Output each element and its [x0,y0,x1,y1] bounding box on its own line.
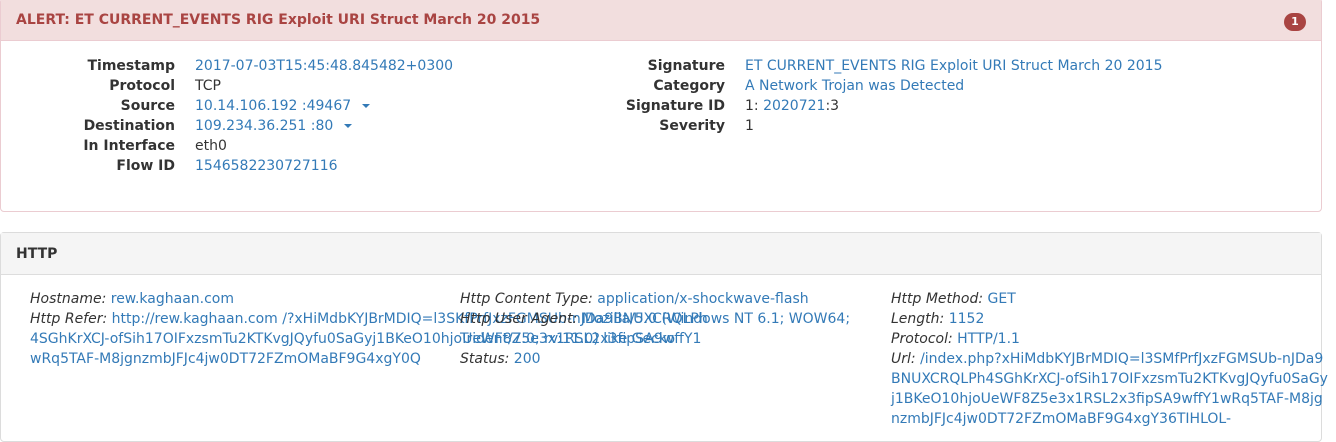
http-protocol-label: Protocol: [891,331,953,347]
length-label: Length: [891,311,945,327]
source-value: 10.14.106.192 :49467 [195,96,370,116]
method-label: Http Method: [891,291,984,307]
severity-label: Severity [659,118,725,134]
user-agent-label: Http User Agent: [460,311,578,327]
status-link[interactable]: 200 [514,351,541,367]
url-row: Url: /index.php?xHiMdbKYJBrMDIQ=l3SMfPrf… [891,349,1331,429]
destination-dropdown-icon[interactable] [343,124,352,128]
interface-value: eth0 [195,138,227,154]
flow-id-link[interactable]: 1546582230727116 [195,156,338,176]
source-ip-link[interactable]: 10.14.106.192 [195,98,297,114]
url-link[interactable]: /index.php?xHiMdbKYJBrMDIQ=l3SMfPrfJxzFG… [891,351,1328,427]
source-label: Source [120,98,175,114]
category-link[interactable]: A Network Trojan was Detected [745,76,964,96]
protocol-value: TCP [195,78,221,94]
signature-id-link[interactable]: 2020721 [763,98,825,114]
http-title: HTTP [16,246,58,262]
destination-ip-link[interactable]: 109.234.36.251 [195,118,306,134]
method-row: Http Method: GET [891,289,1331,309]
signature-link[interactable]: ET CURRENT_EVENTS RIG Exploit URI Struct… [745,56,1163,76]
signature-id-suffix: :3 [825,98,840,114]
status-row: Status: 200 [460,349,880,369]
severity-value: 1 [745,118,754,134]
source-dropdown-icon[interactable] [361,104,370,108]
content-type-label: Http Content Type: [460,291,593,307]
http-col-1: Hostname: rew.kaghaan.com Http Refer: ht… [30,289,708,369]
protocol-label: Protocol [109,78,175,94]
interface-label: In Interface [83,138,175,154]
content-type-link[interactable]: application/x-shockwave-flash [597,291,808,307]
method-link[interactable]: GET [988,291,1016,307]
protocol-row: Protocol: HTTP/1.1 [891,329,1331,349]
http-col-3: Http Method: GET Length: 1152 Protocol: … [891,289,1331,429]
flow-id-label: Flow ID [116,158,175,174]
hostname-link[interactable]: rew.kaghaan.com [111,291,234,307]
url-label: Url: [891,351,916,367]
length-link[interactable]: 1152 [949,311,985,327]
alert-count-badge: 1 [1284,13,1306,31]
signature-id-label: Signature ID [625,98,725,114]
destination-port: :80 [310,118,334,134]
category-label: Category [653,78,725,94]
http-protocol-link[interactable]: HTTP/1.1 [957,331,1020,347]
hostname-row: Hostname: rew.kaghaan.com [30,289,450,309]
signature-id-prefix: 1: [745,98,759,114]
signature-id-value: 1: 2020721:3 [745,96,839,116]
user-agent-row: Http User Agent: Mozilla/5.0 (Windows NT… [460,309,880,349]
http-heading: HTTP [1,233,1321,275]
signature-label: Signature [647,58,725,74]
content-type-row: Http Content Type: application/x-shockwa… [460,289,880,309]
status-label: Status: [460,351,510,367]
timestamp-link[interactable]: 2017-07-03T15:45:48.845482+0300 [195,56,453,76]
http-col-2: Http Content Type: application/x-shockwa… [460,289,880,369]
length-row: Length: 1152 [891,309,1331,329]
alert-heading[interactable]: ALERT: ET CURRENT_EVENTS RIG Exploit URI… [1,0,1321,41]
refer-label: Http Refer: [30,311,108,327]
destination-label: Destination [83,118,175,134]
alert-title: ALERT: ET CURRENT_EVENTS RIG Exploit URI… [16,12,541,28]
source-port: :49467 [301,98,352,114]
destination-value: 109.234.36.251 :80 [195,116,352,136]
timestamp-label: Timestamp [87,58,175,74]
alert-right-details: Signature ET CURRENT_EVENTS RIG Exploit … [600,56,1300,136]
alert-left-details: Timestamp 2017-07-03T15:45:48.845482+030… [0,56,600,176]
hostname-label: Hostname: [30,291,107,307]
